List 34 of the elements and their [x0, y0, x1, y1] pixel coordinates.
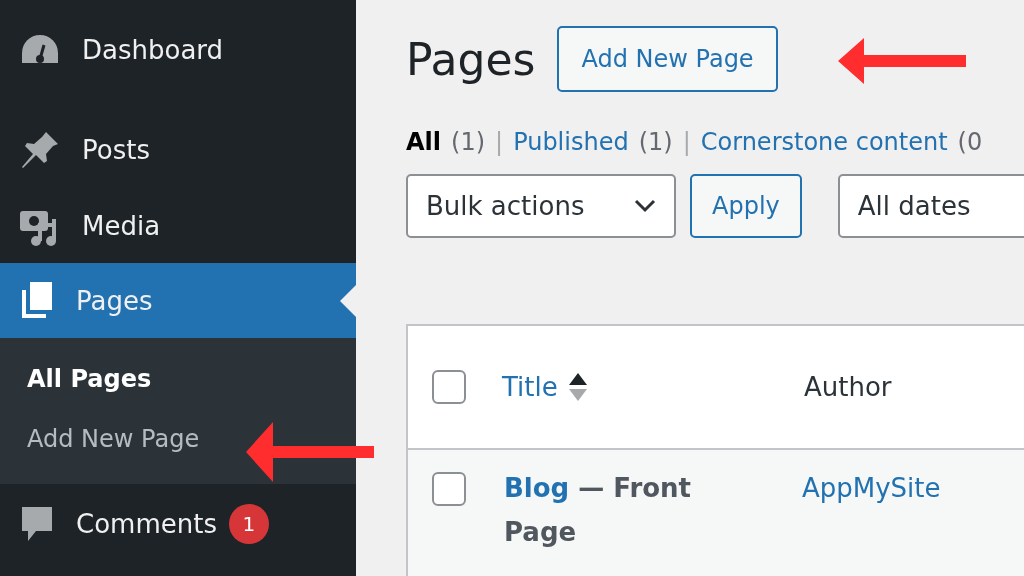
sidebar-item[interactable]: Posts: [0, 112, 356, 188]
column-header[interactable]: Title: [502, 372, 558, 402]
column-header: Author: [804, 372, 892, 402]
chevron-down-icon: [634, 199, 656, 213]
separator: |: [495, 128, 504, 156]
checkbox[interactable]: [432, 370, 466, 404]
speech-bubble-icon: [20, 504, 54, 543]
submenu-item[interactable]: All Pages: [0, 356, 152, 402]
page-title-cell-text: Blog — Front Page: [504, 472, 693, 549]
active-pointer: [340, 284, 356, 317]
page-link[interactable]: Blog: [504, 473, 570, 503]
add-new-page-button[interactable]: Add New Page: [557, 26, 778, 92]
sidebar-item[interactable]: Dashboard: [0, 0, 356, 100]
page-title: Pages: [406, 33, 536, 85]
pushpin-icon: [20, 130, 60, 170]
filter-link[interactable]: All: [406, 128, 442, 156]
filter-link[interactable]: Cornerstone content: [700, 128, 948, 156]
pages-icon: [20, 281, 54, 320]
sidebar-item[interactable]: Comments 1: [0, 484, 356, 563]
separator: |: [682, 128, 691, 156]
filter-count: (1): [451, 128, 486, 156]
bulk-actions-select[interactable]: Bulk actions: [406, 174, 676, 238]
filter-count: (1): [638, 128, 673, 156]
filter-count: (0: [957, 128, 983, 156]
apply-button[interactable]: Apply: [690, 174, 802, 238]
checkbox[interactable]: [432, 472, 466, 506]
sidebar-item[interactable]: Media: [0, 188, 356, 263]
filter-link[interactable]: Published: [513, 128, 629, 156]
count-badge: 1: [228, 503, 269, 544]
author-link[interactable]: AppMySite: [802, 466, 941, 510]
sort-icon: [567, 371, 588, 403]
submenu-item[interactable]: Add New Page: [0, 416, 200, 462]
dates-select[interactable]: All dates: [837, 174, 1024, 238]
sidebar-item[interactable]: Pages: [0, 263, 356, 338]
